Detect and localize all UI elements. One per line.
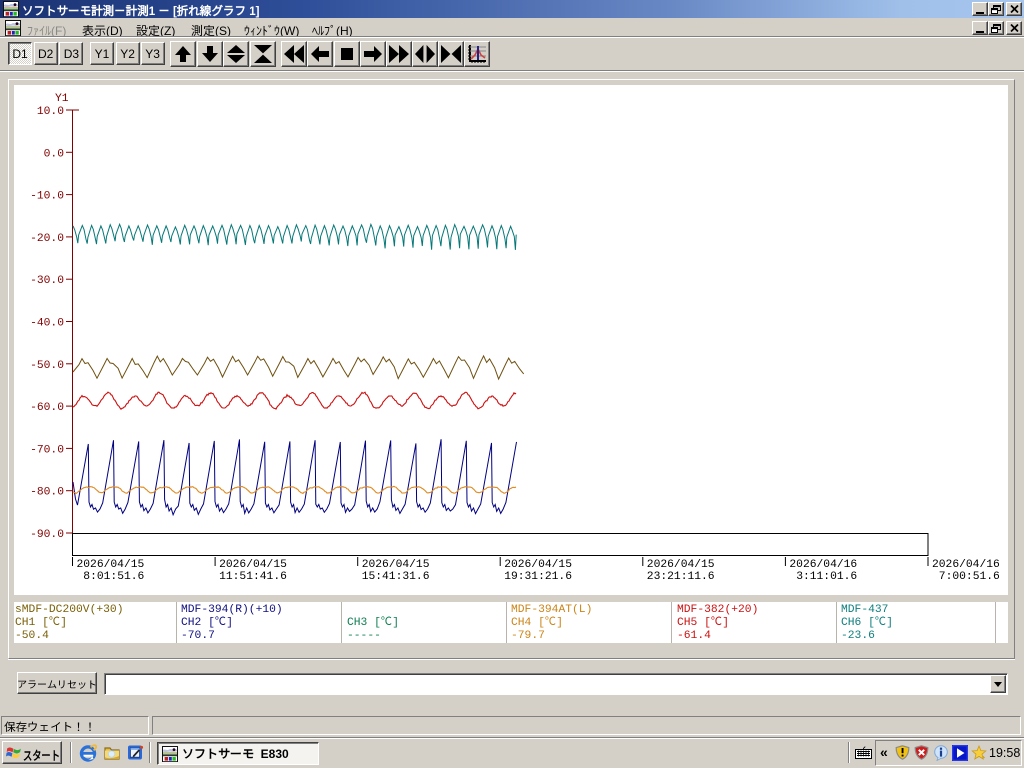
svg-text:2026/04/15: 2026/04/15 xyxy=(77,559,145,571)
svg-text:-90.0: -90.0 xyxy=(30,529,64,541)
svg-text:10.0: 10.0 xyxy=(37,106,64,118)
svg-text:11:51:41.6: 11:51:41.6 xyxy=(219,571,287,583)
svg-text:-30.0: -30.0 xyxy=(30,275,64,287)
svg-text:2026/04/15: 2026/04/15 xyxy=(219,559,287,571)
svg-text:2026/04/16: 2026/04/16 xyxy=(789,559,857,571)
svg-text:-50.0: -50.0 xyxy=(30,360,64,372)
svg-text:19:31:21.6: 19:31:21.6 xyxy=(504,571,572,583)
svg-text:Y1: Y1 xyxy=(55,93,69,105)
svg-text:-10.0: -10.0 xyxy=(30,191,64,203)
svg-text:23:21:11.6: 23:21:11.6 xyxy=(647,571,715,583)
svg-text:-40.0: -40.0 xyxy=(30,318,64,330)
svg-text:-70.0: -70.0 xyxy=(30,444,64,456)
svg-text:8:01:51.6: 8:01:51.6 xyxy=(83,571,144,583)
svg-text:3:11:01.6: 3:11:01.6 xyxy=(796,571,857,583)
svg-text:15:41:31.6: 15:41:31.6 xyxy=(362,571,430,583)
svg-text:7:00:51.6: 7:00:51.6 xyxy=(939,571,1000,583)
svg-text:-80.0: -80.0 xyxy=(30,487,64,499)
svg-text:-20.0: -20.0 xyxy=(30,233,64,245)
svg-text:2026/04/15: 2026/04/15 xyxy=(504,559,572,571)
svg-text:0.0: 0.0 xyxy=(44,148,65,160)
svg-text:2026/04/15: 2026/04/15 xyxy=(647,559,715,571)
svg-text:-60.0: -60.0 xyxy=(30,402,64,414)
svg-text:2026/04/16: 2026/04/16 xyxy=(932,559,1000,571)
svg-text:2026/04/15: 2026/04/15 xyxy=(362,559,430,571)
